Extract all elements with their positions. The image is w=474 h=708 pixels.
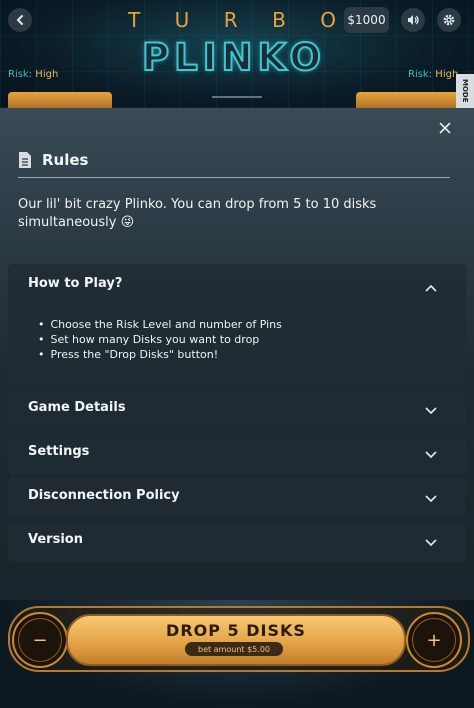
drop-disks-label[interactable]: DROP 5 DISKS [66,621,406,640]
list-item: Press the "Drop Disks" button! [38,347,282,362]
turbo-letter: O [320,8,338,32]
speaker-icon [408,15,419,25]
turbo-letter: U [174,8,192,32]
turbo-letter: B [272,8,288,32]
rules-intro: Our lil' bit crazy Plinko. You can drop … [18,197,377,230]
turbo-wordmark: T U R B O [128,8,338,32]
document-icon [19,152,31,168]
section-title-version[interactable]: Version [28,532,83,547]
mode-tab[interactable]: MODE [456,74,474,108]
decrease-disks-button[interactable]: − [12,612,68,668]
gear-icon [443,14,455,26]
turbo-letter: T [128,8,143,32]
section-title-how-to-play[interactable]: How to Play? [28,276,122,291]
game-logo: PLINKO [141,36,326,79]
how-to-play-list: Choose the Risk Level and number of Pins… [38,317,282,362]
turbo-letter: R [223,8,240,32]
rules-divider [18,177,450,178]
sound-button[interactable] [401,8,425,32]
rules-title: Rules [42,151,89,169]
section-title-game-details[interactable]: Game Details [28,400,126,415]
section-title-settings[interactable]: Settings [28,444,89,459]
rules-header: Rules [18,144,450,176]
settings-button[interactable] [437,8,461,32]
risk-indicator-left: Risk: High [8,69,58,80]
risk-indicator-right: Risk: High [408,69,458,80]
board-center-mark [212,96,262,108]
chevron-down-icon[interactable] [424,404,438,418]
chevron-up-icon[interactable] [424,281,438,295]
back-button[interactable] [8,8,32,32]
chevron-down-icon[interactable] [424,536,438,550]
risk-value: High [35,69,59,80]
plus-icon: + [426,629,442,651]
close-icon [439,122,451,134]
chevron-down-icon[interactable] [424,448,438,462]
chevron-down-icon[interactable] [424,492,438,506]
left-board-edge [8,92,112,108]
risk-value: High [435,69,459,80]
risk-label: Risk: [8,69,33,80]
balance-display: $1000 [344,7,389,33]
risk-label: Risk: [408,69,433,80]
list-item: Choose the Risk Level and number of Pins [38,317,282,332]
minus-icon: − [32,629,48,651]
bet-amount-badge: bet amount $5.00 [185,642,283,656]
section-title-disconnection-policy[interactable]: Disconnection Policy [28,488,180,503]
close-button[interactable] [433,116,457,140]
list-item: Set how many Disks you want to drop [38,332,282,347]
increase-disks-button[interactable]: + [406,612,462,668]
chevron-left-icon [16,15,23,25]
right-board-edge [356,92,460,108]
